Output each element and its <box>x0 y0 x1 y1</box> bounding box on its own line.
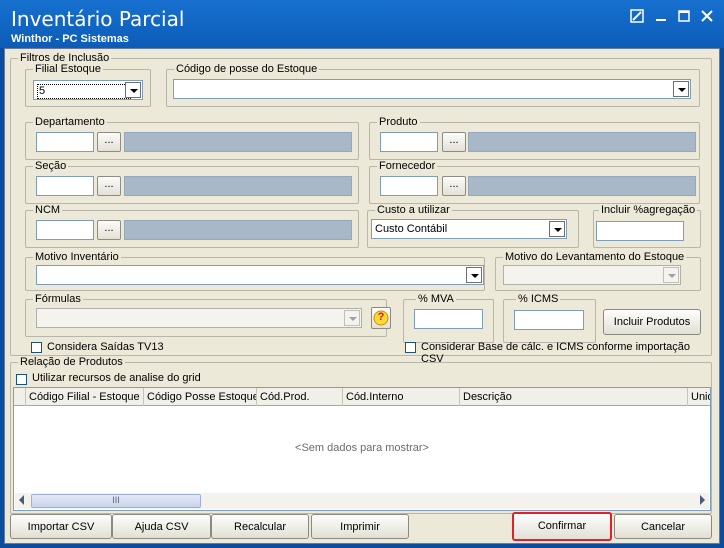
motivo-inventario-select[interactable] <box>36 265 484 285</box>
fornecedor-group: Fornecedor ... <box>369 160 700 204</box>
horizontal-scrollbar[interactable]: III <box>15 493 709 509</box>
chevron-down-icon[interactable] <box>344 310 360 326</box>
chevron-down-icon[interactable] <box>125 82 141 98</box>
scroll-left-icon[interactable] <box>19 495 24 505</box>
window: Inventário Parcial Winthor - PC Sistemas… <box>0 0 724 548</box>
mva-group: % MVA <box>403 293 494 343</box>
form-body: Filtros de Inclusão Filial Estoque 5 Cód… <box>4 48 720 544</box>
imprimir-button[interactable]: Imprimir <box>311 514 409 539</box>
considerar-base-checkbox[interactable] <box>405 342 416 353</box>
column-header[interactable]: Código Filial - Estoque <box>26 388 144 406</box>
motivo-levantamento-group: Motivo do Levantamento do Estoque <box>495 251 701 291</box>
considera-saidas-checkbox[interactable] <box>31 342 42 353</box>
mva-input[interactable] <box>414 309 483 329</box>
produto-group: Produto ... <box>369 116 700 160</box>
grid-header: Código Filial - Estoque Código Posse Est… <box>14 388 710 406</box>
secao-group: Seção ... <box>25 160 359 204</box>
close-icon[interactable] <box>698 9 716 25</box>
filial-label: Filial Estoque <box>33 63 104 76</box>
secao-description <box>124 176 352 196</box>
window-title: Inventário Parcial <box>11 7 185 31</box>
ncm-group: NCM ... <box>25 204 359 248</box>
filial-group: Filial Estoque 5 <box>25 63 151 107</box>
fornecedor-description <box>468 176 696 196</box>
custo-group: Custo a utilizar Custo Contábil <box>367 204 579 248</box>
departamento-label: Departamento <box>33 116 107 129</box>
fornecedor-input[interactable] <box>380 176 438 196</box>
empty-grid-message: <Sem dados para mostrar> <box>295 442 429 454</box>
secao-input[interactable] <box>36 176 94 196</box>
considera-saidas-label: Considera Saídas TV13 <box>47 341 164 353</box>
produto-search-button[interactable]: ... <box>442 132 466 152</box>
agregacao-input[interactable] <box>596 221 684 241</box>
chevron-down-icon[interactable] <box>466 267 482 283</box>
column-header[interactable]: Cód.Prod. <box>257 388 343 406</box>
relacao-legend: Relação de Produtos <box>18 356 125 369</box>
formulas-label: Fórmulas <box>33 293 83 306</box>
icms-input[interactable] <box>514 310 584 330</box>
ncm-label: NCM <box>33 204 63 217</box>
departamento-group: Departamento ... <box>25 116 359 160</box>
departamento-input[interactable] <box>36 132 94 152</box>
restore-icon[interactable] <box>628 9 646 25</box>
confirmar-button[interactable]: Confirmar <box>512 512 612 541</box>
column-header[interactable]: Código Posse Estoque <box>144 388 257 406</box>
chevron-down-icon[interactable] <box>663 267 679 283</box>
formulas-help-button[interactable]: ? <box>371 307 391 329</box>
ncm-description <box>124 220 352 240</box>
filial-value: 5 <box>37 84 132 99</box>
utilizar-analise-label: Utilizar recursos de analise do grid <box>32 372 201 384</box>
motivo-inventario-label: Motivo Inventário <box>33 251 121 264</box>
fornecedor-search-button[interactable]: ... <box>442 176 466 196</box>
codigo-posse-group: Código de posse do Estoque <box>166 63 700 107</box>
minimize-icon[interactable] <box>652 9 670 25</box>
icms-label: % ICMS <box>516 293 561 306</box>
icms-group: % ICMS <box>503 293 596 343</box>
formulas-group: Fórmulas ? <box>25 293 391 337</box>
agregacao-group: Incluir %agregação <box>593 204 701 248</box>
scrollbar-thumb[interactable]: III <box>31 494 201 508</box>
produto-input[interactable] <box>380 132 438 152</box>
title-bar: Inventário Parcial Winthor - PC Sistemas <box>0 0 724 48</box>
window-subtitle: Winthor - PC Sistemas <box>11 33 129 45</box>
grid-header-indicator <box>14 388 26 406</box>
ncm-input[interactable] <box>36 220 94 240</box>
utilizar-analise-checkbox[interactable] <box>16 374 27 385</box>
column-header[interactable]: Descrição <box>460 388 688 406</box>
produto-description <box>468 132 696 152</box>
agregacao-label: Incluir %agregação <box>599 204 698 217</box>
secao-label: Seção <box>33 160 69 173</box>
motivo-levantamento-label: Motivo do Levantamento do Estoque <box>503 251 687 264</box>
custo-select[interactable]: Custo Contábil <box>371 219 567 239</box>
custo-value: Custo Contábil <box>375 223 448 235</box>
incluir-produtos-button[interactable]: Incluir Produtos <box>603 309 701 335</box>
scroll-right-icon[interactable] <box>700 495 705 505</box>
help-icon-glyph: ? <box>377 311 385 323</box>
maximize-icon[interactable] <box>675 9 693 25</box>
importar-csv-button[interactable]: Importar CSV <box>10 514 112 539</box>
ajuda-csv-button[interactable]: Ajuda CSV <box>112 514 211 539</box>
fornecedor-label: Fornecedor <box>377 160 438 173</box>
produto-label: Produto <box>377 116 420 129</box>
mva-label: % MVA <box>416 293 456 306</box>
column-header[interactable]: Unid <box>688 388 710 406</box>
departamento-search-button[interactable]: ... <box>97 132 121 152</box>
formulas-select[interactable] <box>36 308 362 328</box>
column-header[interactable]: Cód.Interno <box>343 388 460 406</box>
codigo-posse-select[interactable] <box>173 79 691 99</box>
codigo-posse-label: Código de posse do Estoque <box>174 63 320 76</box>
secao-search-button[interactable]: ... <box>97 176 121 196</box>
motivo-levantamento-select[interactable] <box>503 265 681 285</box>
recalcular-button[interactable]: Recalcular <box>211 514 309 539</box>
departamento-description <box>124 132 352 152</box>
motivo-inventario-group: Motivo Inventário <box>25 251 485 291</box>
produtos-grid[interactable]: Código Filial - Estoque Código Posse Est… <box>13 387 711 511</box>
cancelar-button[interactable]: Cancelar <box>614 514 712 539</box>
chevron-down-icon[interactable] <box>673 81 689 97</box>
chevron-down-icon[interactable] <box>549 221 565 237</box>
filial-select[interactable]: 5 <box>33 80 143 100</box>
custo-label: Custo a utilizar <box>375 204 452 217</box>
filtros-group: Filtros de Inclusão Filial Estoque 5 Cód… <box>10 52 712 365</box>
ncm-search-button[interactable]: ... <box>97 220 121 240</box>
